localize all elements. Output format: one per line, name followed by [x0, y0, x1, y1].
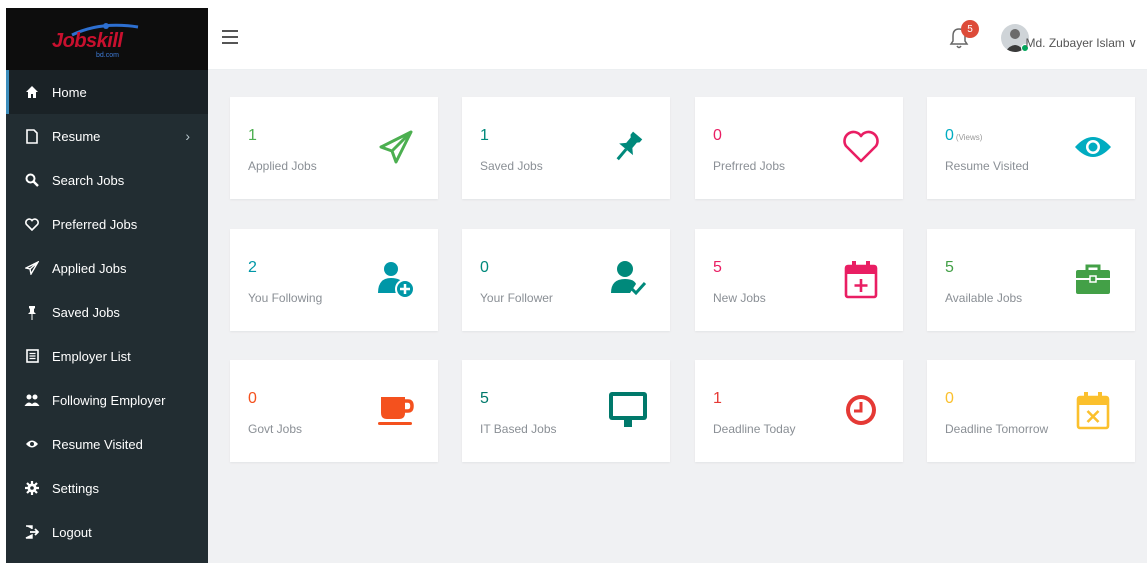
sidebar-item-applied-jobs[interactable]: Applied Jobs [6, 246, 208, 290]
paper-plane-icon [376, 127, 416, 167]
card-label: Deadline Today [713, 422, 796, 436]
logo[interactable]: Jobskill bd.com [6, 8, 208, 70]
card-value: 0 [945, 390, 954, 407]
sidebar-item-label: Preferred Jobs [52, 216, 138, 232]
sidebar-item-label: Logout [52, 524, 92, 540]
card-value: 1 [480, 127, 489, 144]
user-menu[interactable]: Md. Zubayer Islam ∨ [1026, 36, 1137, 50]
logout-icon [24, 524, 40, 540]
card-label: IT Based Jobs [480, 422, 557, 436]
sidebar-item-resume-visited[interactable]: Resume Visited [6, 422, 208, 466]
sidebar-item-saved-jobs[interactable]: Saved Jobs [6, 290, 208, 334]
card-value: 1 [713, 390, 722, 407]
card-preferred-jobs[interactable]: 0 Prefrred Jobs [695, 97, 903, 199]
logo-subtext: bd.com [96, 52, 119, 59]
card-value-number: 0 [945, 127, 954, 144]
sidebar-item-resume[interactable]: Resume › [6, 114, 208, 158]
card-value: 5 [713, 259, 722, 276]
card-label: Applied Jobs [248, 159, 317, 173]
paper-plane-icon [24, 260, 40, 276]
sidebar-item-label: Search Jobs [52, 172, 125, 188]
briefcase-icon [1073, 259, 1113, 299]
heart-icon [841, 127, 881, 167]
eye-icon [1073, 127, 1113, 167]
card-saved-jobs[interactable]: 1 Saved Jobs [462, 97, 670, 199]
sidebar-item-label: Saved Jobs [52, 304, 120, 320]
sidebar-item-label: Resume [52, 128, 101, 144]
card-value: 5 [480, 390, 489, 407]
card-label: Resume Visited [945, 159, 1029, 173]
card-label: Govt Jobs [248, 422, 303, 436]
menu-toggle-icon[interactable] [222, 30, 238, 44]
heart-icon [24, 216, 40, 232]
calendar-plus-icon [841, 259, 881, 299]
sidebar-item-label: Home [52, 84, 87, 100]
card-label: Saved Jobs [480, 159, 543, 173]
card-resume-visited[interactable]: 0 (Views) Resume Visited [927, 97, 1135, 199]
eye-icon [24, 436, 40, 452]
notification-badge: 5 [961, 20, 979, 38]
sidebar-item-label: Applied Jobs [52, 260, 127, 276]
sidebar-nav: Home Resume › Search Jobs Preferred Jobs [6, 70, 208, 554]
dashboard-content: 1 Applied Jobs 1 Saved Jobs 0 Prefrred J… [208, 70, 1147, 563]
pushpin-icon [608, 127, 648, 167]
sidebar-item-label: Employer List [52, 348, 131, 364]
gear-icon [24, 480, 40, 496]
card-your-follower[interactable]: 0 Your Follower [462, 229, 670, 331]
card-deadline-tomorrow[interactable]: 0 Deadline Tomorrow [927, 360, 1135, 462]
card-value: 0 (Views) [945, 127, 982, 145]
top-navbar: 5 Md. Zubayer Islam ∨ [208, 8, 1147, 70]
sidebar-item-label: Following Employer [52, 392, 166, 408]
sidebar-item-search-jobs[interactable]: Search Jobs [6, 158, 208, 202]
card-new-jobs[interactable]: 5 New Jobs [695, 229, 903, 331]
card-value: 0 [713, 127, 722, 144]
sidebar-item-following-employer[interactable]: Following Employer [6, 378, 208, 422]
clock-icon [841, 390, 881, 430]
sidebar: Jobskill bd.com Home Resume › Search Job… [6, 8, 208, 563]
add-user-icon [376, 259, 416, 299]
list-icon [24, 348, 40, 364]
card-it-based-jobs[interactable]: 5 IT Based Jobs [462, 360, 670, 462]
card-label: Available Jobs [945, 291, 1023, 305]
file-icon [24, 128, 40, 144]
card-label: New Jobs [713, 291, 766, 305]
user-check-icon [608, 259, 648, 299]
card-label: Deadline Tomorrow [945, 422, 1049, 436]
card-value: 2 [248, 259, 257, 276]
card-label: Prefrred Jobs [713, 159, 786, 173]
card-available-jobs[interactable]: 5 Available Jobs [927, 229, 1135, 331]
card-label: Your Follower [480, 291, 553, 305]
chevron-right-icon: › [185, 128, 190, 144]
card-value-suffix: (Views) [955, 133, 983, 142]
card-govt-jobs[interactable]: 0 Govt Jobs [230, 360, 438, 462]
card-you-following[interactable]: 2 You Following [230, 229, 438, 331]
users-icon [24, 392, 40, 408]
sidebar-item-employer-list[interactable]: Employer List [6, 334, 208, 378]
sidebar-item-home[interactable]: Home [6, 70, 208, 114]
calendar-x-icon [1073, 390, 1113, 430]
search-icon [24, 172, 40, 188]
sidebar-item-preferred-jobs[interactable]: Preferred Jobs [6, 202, 208, 246]
monitor-icon [608, 390, 648, 430]
card-value: 0 [248, 390, 257, 407]
home-icon [24, 84, 40, 100]
card-value: 5 [945, 259, 954, 276]
card-label: You Following [248, 291, 323, 305]
sidebar-item-logout[interactable]: Logout [6, 510, 208, 554]
card-applied-jobs[interactable]: 1 Applied Jobs [230, 97, 438, 199]
card-value: 0 [480, 259, 489, 276]
card-deadline-today[interactable]: 1 Deadline Today [695, 360, 903, 462]
sidebar-item-settings[interactable]: Settings [6, 466, 208, 510]
pushpin-icon [24, 304, 40, 320]
logo-text: Jobskill [52, 30, 123, 52]
coffee-cup-icon [376, 390, 416, 430]
card-value: 1 [248, 127, 257, 144]
sidebar-item-label: Resume Visited [52, 436, 143, 452]
sidebar-item-label: Settings [52, 480, 99, 496]
